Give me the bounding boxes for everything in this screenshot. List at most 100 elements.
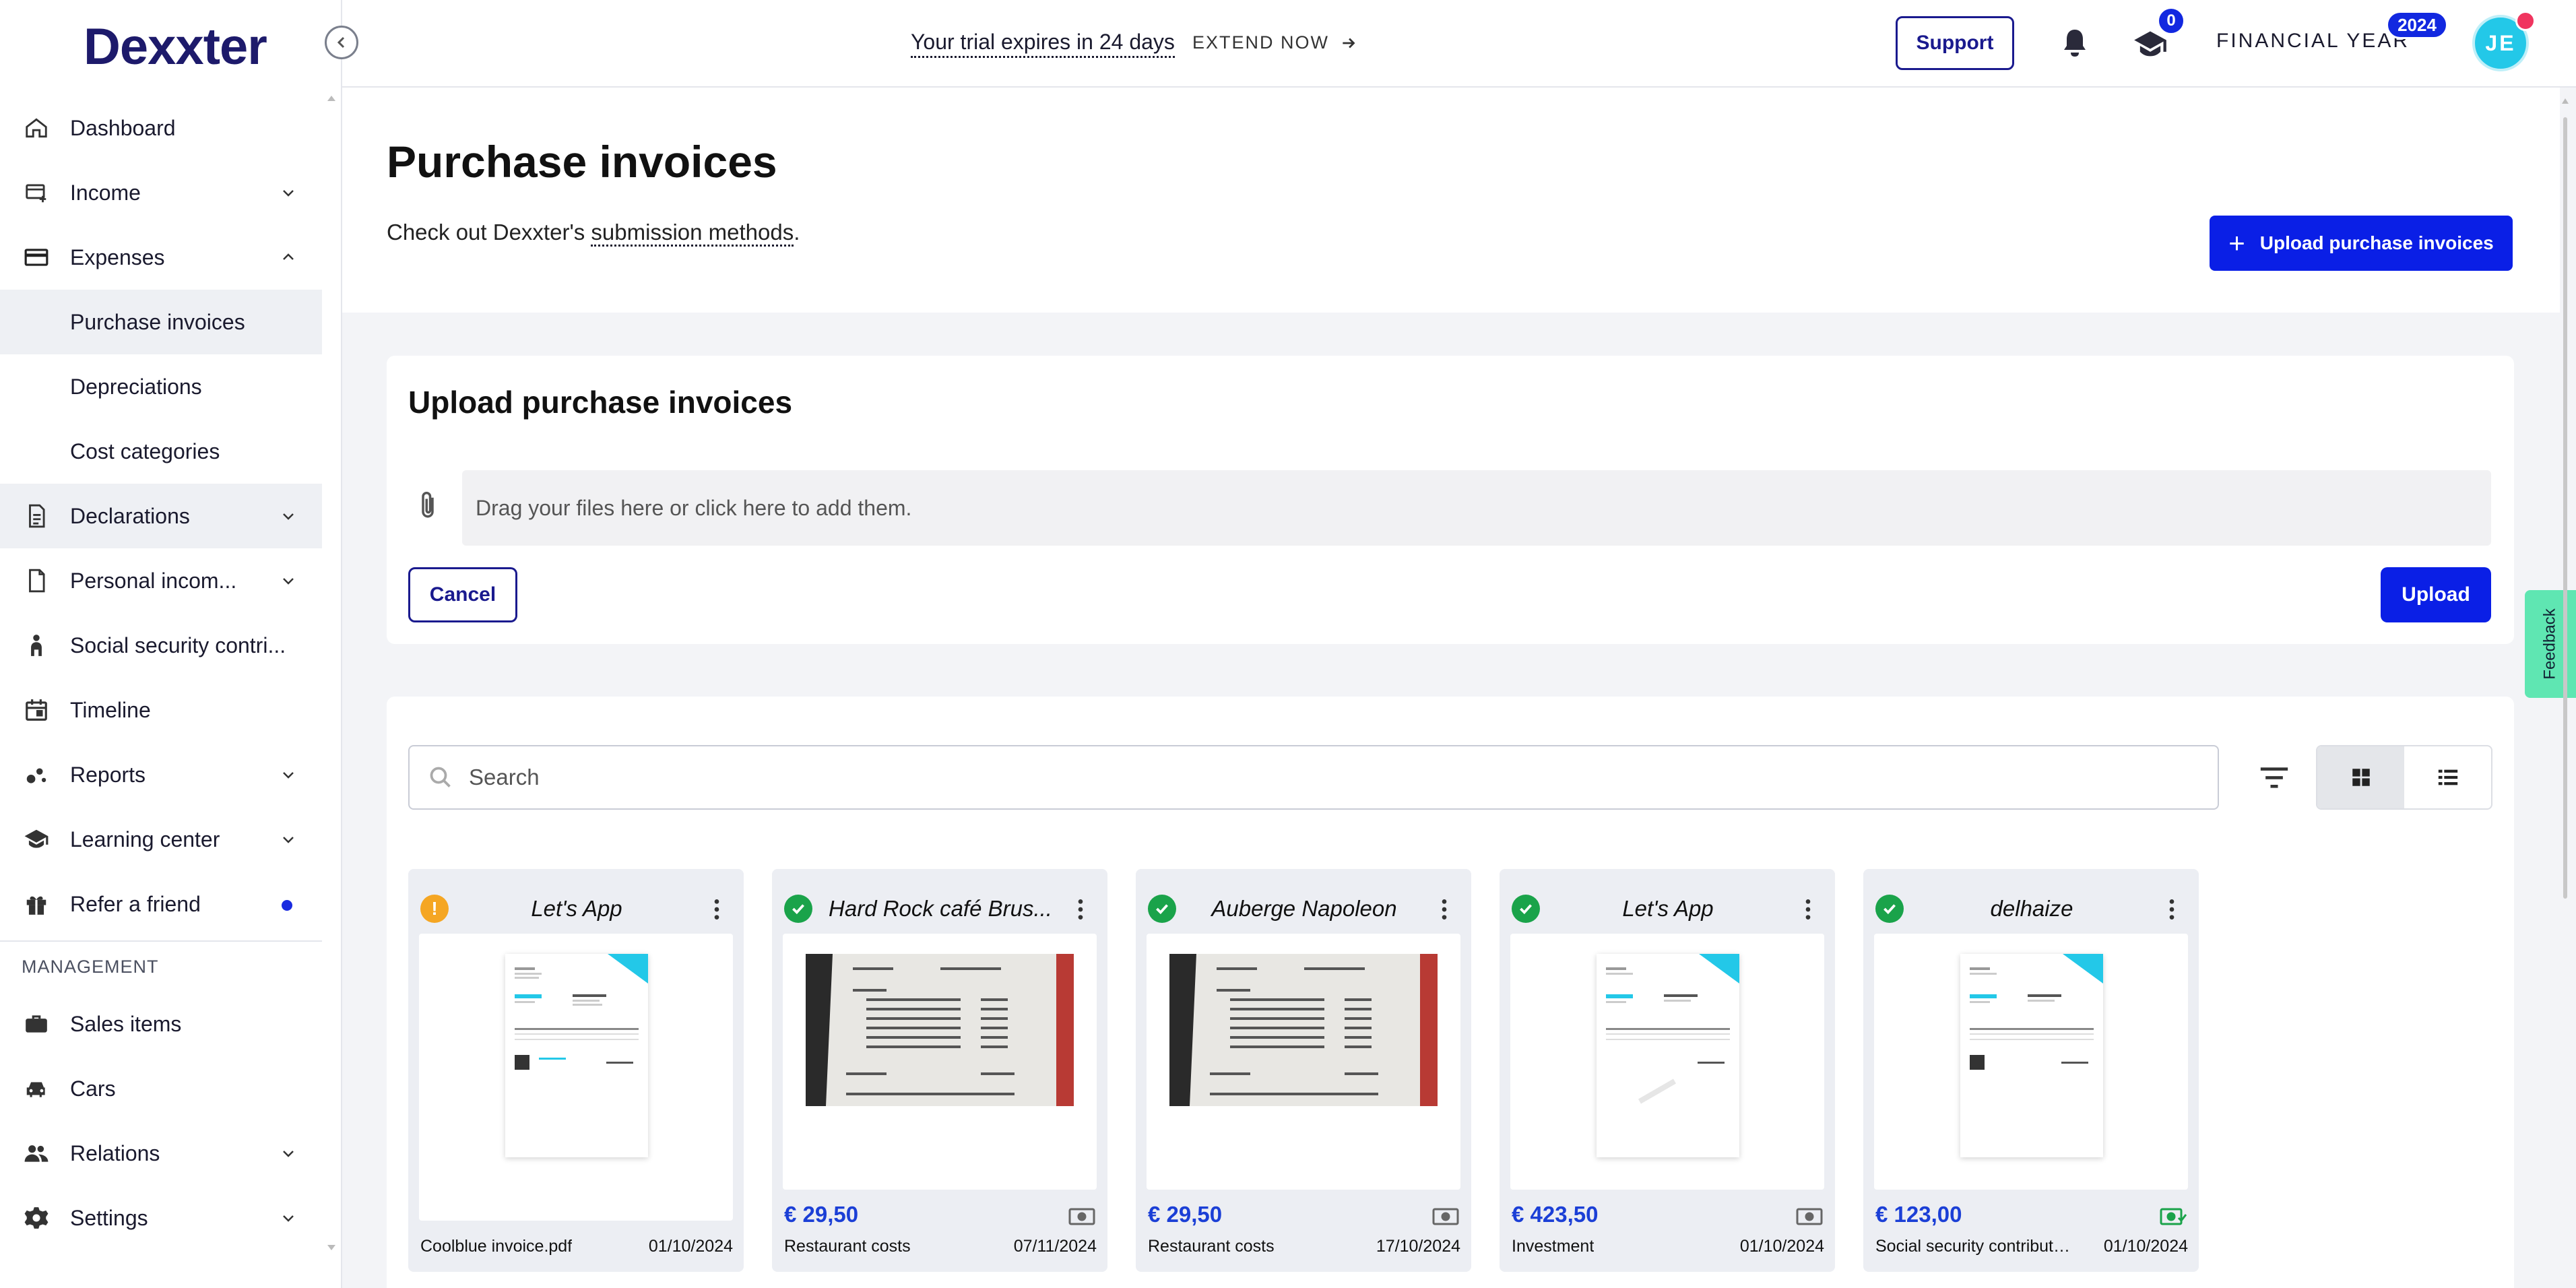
invoice-filename: Coolblue invoice.pdf <box>420 1237 573 1256</box>
sidebar-item-label: Refer a friend <box>70 891 201 916</box>
sidebar-item-purchase-invoices[interactable]: Purchase invoices <box>0 290 322 354</box>
receipt-photo-thumbnail <box>1169 954 1438 1106</box>
invoice-card[interactable]: ! Let's App Coolblue invoice.pdf 01/10/2… <box>408 869 744 1272</box>
graduation-cap-icon <box>23 826 50 853</box>
more-options-icon[interactable] <box>1795 896 1822 923</box>
sidebar-item-label: Dashboard <box>70 115 176 140</box>
sidebar-item-declarations[interactable]: Declarations <box>0 484 322 548</box>
sidebar-item-cars[interactable]: Cars <box>0 1056 322 1121</box>
invoice-card[interactable]: Auberge Napoleon € 29,50 Restaurant cost… <box>1136 869 1471 1272</box>
file-icon <box>23 567 50 594</box>
invoice-document-thumbnail <box>1960 954 2103 1157</box>
check-icon <box>784 895 812 923</box>
sidebar-item-learning-center[interactable]: Learning center <box>0 807 322 872</box>
grid-view-button[interactable] <box>2317 746 2404 808</box>
dexxter-logo[interactable]: Dexxter <box>84 18 267 76</box>
upload-purchase-invoices-button[interactable]: + Upload purchase invoices <box>2210 216 2513 271</box>
invoice-date: 01/10/2024 <box>648 1237 733 1256</box>
invoice-supplier: Auberge Napoleon <box>1211 896 1397 921</box>
sidebar-item-income[interactable]: Income <box>0 160 322 225</box>
search-box[interactable] <box>408 745 2219 810</box>
sidebar-item-relations[interactable]: Relations <box>0 1121 322 1186</box>
invoice-list-panel: ! Let's App Coolblue invoice.pdf 01/10/2… <box>387 697 2514 1288</box>
sidebar-item-label: Expenses <box>70 245 165 269</box>
cash-icon <box>1068 1208 1095 1225</box>
sidebar-item-label: Declarations <box>70 503 190 528</box>
gift-icon <box>23 891 50 917</box>
reports-icon <box>23 761 50 788</box>
invoice-preview[interactable] <box>1510 934 1824 1190</box>
invoice-category: Social security contribution... <box>1875 1237 2071 1256</box>
chevron-down-icon <box>283 513 294 520</box>
invoice-preview[interactable] <box>783 934 1097 1190</box>
support-button[interactable]: Support <box>1896 16 2014 70</box>
gear-icon <box>23 1204 50 1231</box>
sidebar-item-sales-items[interactable]: Sales items <box>0 992 322 1056</box>
chevron-down-icon <box>283 837 294 843</box>
sidebar-item-label: Timeline <box>70 697 151 722</box>
invoice-preview[interactable] <box>1874 934 2188 1190</box>
invoice-amount: € 29,50 <box>784 1202 859 1227</box>
sidebar-item-personal-income[interactable]: Personal incom... <box>0 548 322 613</box>
upload-button[interactable]: Upload <box>2381 567 2491 622</box>
briefcase-icon <box>23 1010 50 1037</box>
check-icon <box>1875 895 1904 923</box>
chevron-left-icon <box>337 36 345 49</box>
cash-icon <box>1432 1208 1459 1225</box>
feedback-label: Feedback <box>2541 608 2559 680</box>
invoice-card[interactable]: Let's App € 423,50 Investment 01/10/2024 <box>1500 869 1835 1272</box>
invoice-card[interactable]: delhaize € 123,00 Social security contri… <box>1863 869 2199 1272</box>
invoice-supplier: Hard Rock café Brus... <box>829 896 1052 921</box>
collapse-sidebar-button[interactable] <box>325 26 358 59</box>
financial-year-badge: 2024 <box>2386 11 2448 39</box>
sidebar-item-refer-a-friend[interactable]: Refer a friend <box>0 872 322 936</box>
subtitle-suffix: . <box>794 220 800 245</box>
sidebar-item-settings[interactable]: Settings <box>0 1186 322 1250</box>
sidebar-scrollbar[interactable] <box>325 94 338 1253</box>
sidebar-item-label: Relations <box>70 1140 160 1165</box>
sidebar-item-depreciations[interactable]: Depreciations <box>0 354 322 419</box>
file-dropzone[interactable]: Drag your files here or click here to ad… <box>462 470 2491 546</box>
financial-year-selector[interactable]: FINANCIAL YEAR <box>2216 30 2410 53</box>
cancel-button[interactable]: Cancel <box>408 567 517 622</box>
invoice-card[interactable]: Hard Rock café Brus... € 29,50 Restauran… <box>772 869 1107 1272</box>
document-icon <box>23 503 50 529</box>
sidebar-item-label: Personal incom... <box>70 568 237 593</box>
upload-panel-title: Upload purchase invoices <box>408 385 793 420</box>
learning-count-badge: 0 <box>2157 7 2185 35</box>
invoice-date: 17/10/2024 <box>1376 1237 1460 1256</box>
sidebar-item-reports[interactable]: Reports <box>0 742 322 807</box>
invoice-supplier: Let's App <box>1622 896 1714 921</box>
invoice-date: 07/11/2024 <box>1013 1237 1097 1256</box>
invoice-amount: € 29,50 <box>1148 1202 1223 1227</box>
receipt-photo-thumbnail <box>806 954 1074 1106</box>
invoice-preview[interactable] <box>419 934 733 1221</box>
invoice-category: Investment <box>1512 1237 1595 1256</box>
sidebar-item-social-security[interactable]: Social security contri... <box>0 613 322 678</box>
sidebar-item-dashboard[interactable]: Dashboard <box>0 96 322 160</box>
more-options-icon[interactable] <box>1067 896 1094 923</box>
trial-notice[interactable]: Your trial expires in 24 days <box>911 30 1175 58</box>
main-scrollbar[interactable] <box>2560 94 2571 903</box>
income-icon <box>23 179 50 206</box>
invoice-category: Restaurant costs <box>1148 1237 1275 1256</box>
sidebar-item-cost-categories[interactable]: Cost categories <box>0 419 322 484</box>
more-options-icon[interactable] <box>2158 896 2185 923</box>
invoice-preview[interactable] <box>1147 934 1460 1190</box>
sidebar-item-label: Cars <box>70 1076 116 1101</box>
sidebar: Dexxter Dashboard Income Expenses Purcha… <box>0 0 342 1288</box>
extend-now-link[interactable]: EXTEND NOW <box>1192 32 1357 53</box>
chevron-down-icon <box>283 772 294 779</box>
search-icon <box>430 767 451 787</box>
sidebar-item-expenses[interactable]: Expenses <box>0 225 322 290</box>
sidebar-item-timeline[interactable]: Timeline <box>0 678 322 742</box>
sidebar-item-label: Cost categories <box>70 439 220 463</box>
submission-methods-link[interactable]: submission methods <box>591 220 794 247</box>
search-input[interactable] <box>469 765 2153 790</box>
list-view-button[interactable] <box>2404 746 2491 808</box>
bell-icon[interactable] <box>2059 27 2091 59</box>
filter-icon[interactable] <box>2259 764 2289 791</box>
grid-icon <box>2352 769 2370 786</box>
more-options-icon[interactable] <box>703 896 730 923</box>
more-options-icon[interactable] <box>1431 896 1458 923</box>
